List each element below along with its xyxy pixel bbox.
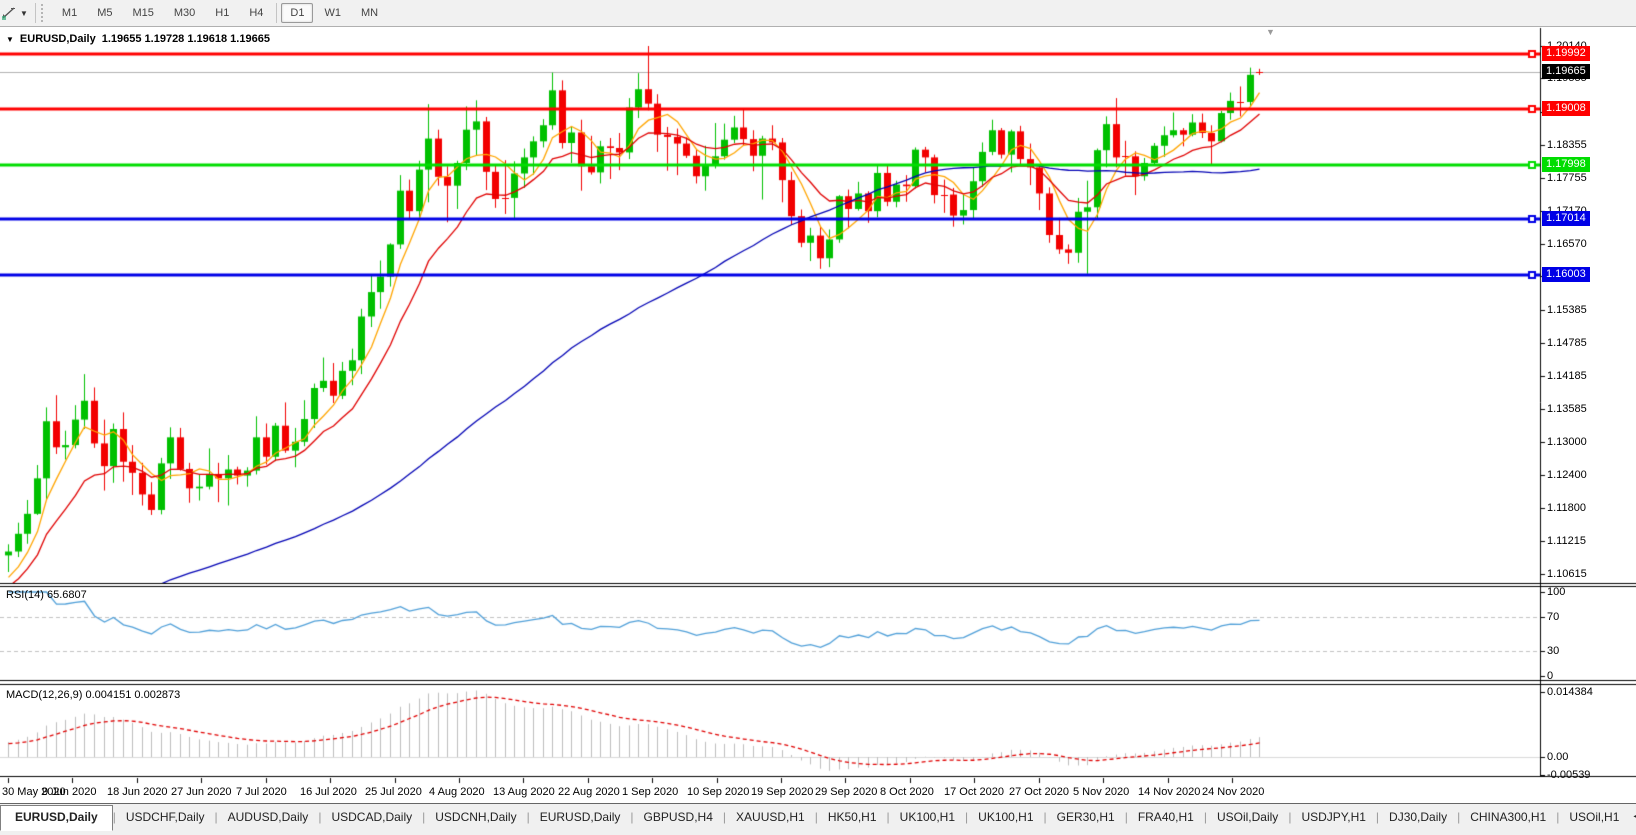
toolbar-separator: [276, 3, 278, 23]
date-tick-label: 17 Oct 2020: [944, 786, 1004, 798]
chart-tab-0[interactable]: EURUSD,Daily: [0, 805, 113, 831]
top-toolbar: ▼ M1 M5 M15 M30 H1 H4 D1 W1 MN: [0, 0, 1636, 27]
chart-tab-13[interactable]: USOil,Daily: [1207, 806, 1288, 829]
price-tick-label: 1.11215: [1547, 535, 1586, 547]
date-tick-label: 13 Aug 2020: [493, 786, 555, 798]
chart-tab-3[interactable]: USDCAD,Daily: [321, 806, 422, 829]
chart-tab-8[interactable]: HK50,H1: [818, 806, 887, 829]
date-tick-label: 18 Jun 2020: [107, 786, 168, 798]
timeframe-button-mn[interactable]: MN: [352, 3, 387, 23]
chart-shift-marker-icon[interactable]: ▼: [1266, 27, 1275, 37]
price-tick-label: 1.14785: [1547, 337, 1587, 349]
date-tick-label: 19 Sep 2020: [751, 786, 814, 798]
collapse-triangle-icon[interactable]: ▼: [6, 35, 14, 44]
chart-tab-6[interactable]: GBPUSD,H4: [634, 806, 723, 829]
price-line-badge: 1.17014: [1542, 211, 1590, 226]
date-tick-label: 27 Jun 2020: [171, 786, 232, 798]
date-tick-label: 24 Nov 2020: [1202, 786, 1265, 798]
chart-tab-10[interactable]: UK100,H1: [968, 806, 1043, 829]
date-tick-label: 22 Aug 2020: [558, 786, 620, 798]
price-tick-label: 1.13585: [1547, 403, 1587, 415]
rsi-tick-label: 0: [1547, 670, 1554, 682]
chart-tab-16[interactable]: CHINA300,H1: [1460, 806, 1556, 829]
dropdown-caret-icon: ▼: [20, 8, 28, 18]
rsi-label: RSI(14) 65.6807: [6, 589, 87, 601]
timeframe-button-m15[interactable]: M15: [123, 3, 162, 23]
timeframe-button-m5[interactable]: M5: [88, 3, 121, 23]
chart-tab-17[interactable]: USOil,H1: [1559, 806, 1629, 829]
price-tick-label: 1.12400: [1547, 469, 1587, 481]
timeframe-button-h4[interactable]: H4: [240, 3, 272, 23]
macd-tick-label: -0.00539: [1547, 769, 1591, 781]
chart-tab-14[interactable]: USDJPY,H1: [1291, 806, 1375, 829]
chart-tab-15[interactable]: DJ30,Daily: [1379, 806, 1457, 829]
tab-list: EURUSD,Daily | USDCHF,Daily | AUDUSD,Daily | U…: [0, 804, 1629, 831]
date-tick-label: 10 Sep 2020: [687, 786, 750, 798]
date-tick-label: 16 Jul 2020: [300, 786, 357, 798]
price-line-badge: 1.17998: [1542, 157, 1590, 172]
rsi-tick-label: 30: [1547, 645, 1560, 657]
price-tick-label: 1.18355: [1547, 139, 1587, 151]
price-tick-label: 1.10615: [1547, 568, 1587, 580]
macd-tick-label: 0.014384: [1547, 686, 1593, 698]
date-tick-label: 9 Jun 2020: [42, 786, 97, 798]
price-tick-label: 1.17755: [1547, 172, 1587, 184]
date-tick-label: 25 Jul 2020: [365, 786, 422, 798]
price-line-badge: 1.19992: [1542, 46, 1590, 61]
toolbar-drag-handle[interactable]: [40, 4, 47, 22]
price-tick-label: 1.14185: [1547, 370, 1587, 382]
timeframe-button-d1[interactable]: D1: [281, 3, 314, 23]
price-line-badge: 1.16003: [1542, 267, 1590, 282]
price-tick-label: 1.11800: [1547, 502, 1586, 514]
date-tick-label: 27 Oct 2020: [1009, 786, 1069, 798]
chart-symbol-period: EURUSD,Daily: [19, 33, 96, 45]
date-tick-label: 4 Aug 2020: [429, 786, 485, 798]
price-tick-label: 1.13000: [1547, 436, 1587, 448]
line-tool-icon: [1, 5, 17, 21]
chart-tab-5[interactable]: EURUSD,Daily: [530, 806, 631, 829]
date-tick-label: 8 Oct 2020: [880, 786, 934, 798]
chart-header: ▼ EURUSD,Daily 1.19655 1.19728 1.19618 1…: [6, 33, 270, 45]
chart-ohlc-values: 1.19655 1.19728 1.19618 1.19665: [101, 33, 270, 45]
chart-tab-7[interactable]: XAUUSD,H1: [726, 806, 815, 829]
timeframe-button-m1[interactable]: M1: [53, 3, 86, 23]
toolbar-separator: [34, 3, 36, 23]
timeframe-button-h1[interactable]: H1: [206, 3, 238, 23]
rsi-tick-label: 100: [1547, 586, 1566, 598]
timeframe-button-group: M1 M5 M15 M30 H1 H4 D1 W1 MN: [52, 3, 388, 23]
date-tick-label: 1 Sep 2020: [622, 786, 679, 798]
chart-tab-2[interactable]: AUDUSD,Daily: [218, 806, 319, 829]
chart-tab-4[interactable]: USDCNH,Daily: [425, 806, 526, 829]
chart-tab-11[interactable]: GER30,H1: [1047, 806, 1125, 829]
price-tick-label: 1.16570: [1547, 238, 1587, 250]
macd-label: MACD(12,26,9) 0.004151 0.002873: [6, 689, 181, 701]
date-tick-label: 5 Nov 2020: [1073, 786, 1130, 798]
rsi-tick-label: 70: [1547, 611, 1560, 623]
mt4-window: { "window": {"width": 1636, "height": 83…: [0, 0, 1636, 835]
price-tick-label: 1.15385: [1547, 304, 1587, 316]
date-tick-label: 7 Jul 2020: [236, 786, 287, 798]
timeframe-button-m30[interactable]: M30: [165, 3, 204, 23]
line-tool-button[interactable]: ▼: [0, 0, 32, 26]
chart-tab-1[interactable]: USDCHF,Daily: [116, 806, 215, 829]
chart-tab-9[interactable]: UK100,H1: [890, 806, 965, 829]
date-tick-label: 14 Nov 2020: [1138, 786, 1201, 798]
current-price-badge: 1.19665: [1542, 64, 1590, 79]
chart-tab-bar: EURUSD,Daily | USDCHF,Daily | AUDUSD,Daily | U…: [0, 803, 1636, 835]
date-tick-label: 29 Sep 2020: [815, 786, 878, 798]
timeframe-button-w1[interactable]: W1: [315, 3, 350, 23]
chart-tab-12[interactable]: FRA40,H1: [1128, 806, 1204, 829]
price-line-badge: 1.19008: [1542, 101, 1590, 116]
chart-canvas[interactable]: [0, 0, 1636, 835]
macd-tick-label: 0.00: [1547, 751, 1569, 763]
